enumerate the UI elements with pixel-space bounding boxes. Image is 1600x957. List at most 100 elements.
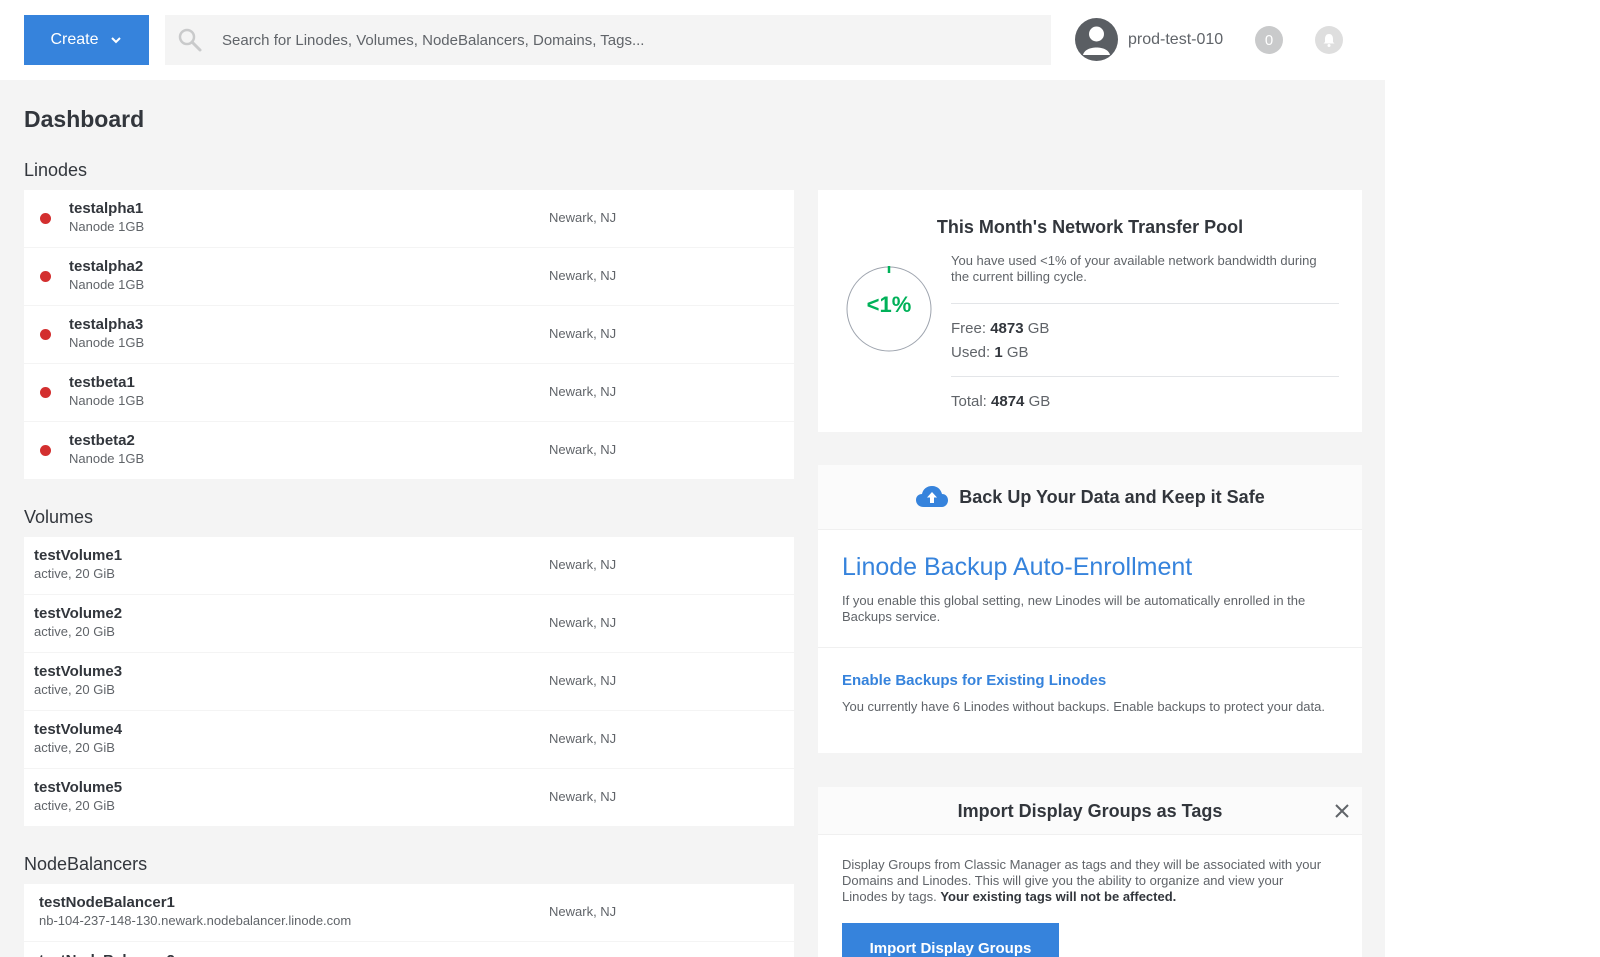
linode-plan: Nanode 1GB: [69, 277, 145, 292]
total-unit: GB: [1028, 393, 1051, 410]
transfer-free: Free: 4873 GB: [951, 320, 1049, 337]
close-icon[interactable]: [1334, 803, 1350, 819]
volume-name[interactable]: testVolume3: [34, 663, 122, 681]
app-window: Create prod-test-010 0 Dashboard Linodes…: [0, 0, 1385, 957]
divider: [951, 376, 1339, 377]
volume-status: active, 20 GiB: [34, 682, 115, 697]
import-panel-header: Import Display Groups as Tags: [818, 787, 1362, 835]
nodebalancers-section-title[interactable]: NodeBalancers: [24, 854, 147, 875]
volume-region: Newark, NJ: [549, 615, 617, 630]
enable-backups-description: You currently have 6 Linodes without bac…: [842, 699, 1325, 714]
user-menu[interactable]: prod-test-010: [1075, 18, 1223, 61]
total-label: Total:: [951, 393, 987, 410]
nodebalancer-hostname: nb-104-237-148-130.newark.nodebalancer.l…: [39, 913, 352, 928]
free-value: 4873: [990, 320, 1024, 337]
network-transfer-panel: This Month's Network Transfer Pool <1% Y…: [818, 190, 1362, 432]
nodebalancer-row[interactable]: testNodeBalancer2: [24, 942, 794, 957]
volume-name[interactable]: testVolume1: [34, 547, 122, 565]
avatar: [1075, 18, 1118, 61]
volume-status: active, 20 GiB: [34, 740, 115, 755]
transfer-total: Total: 4874 GB: [951, 393, 1050, 410]
volume-status: active, 20 GiB: [34, 624, 115, 639]
volumes-section-title[interactable]: Volumes: [24, 507, 93, 528]
backup-panel: Back Up Your Data and Keep it Safe Linod…: [818, 465, 1362, 753]
nodebalancer-name[interactable]: testNodeBalancer1: [39, 894, 351, 912]
transfer-description: You have used <1% of your available netw…: [951, 253, 1317, 284]
linode-name[interactable]: testbeta2: [69, 432, 144, 450]
linodes-section-title[interactable]: Linodes: [24, 160, 87, 181]
volume-row[interactable]: testVolume1 active, 20 GiB Newark, NJ: [24, 537, 794, 595]
linode-plan: Nanode 1GB: [69, 219, 145, 234]
backup-panel-title: Back Up Your Data and Keep it Safe: [959, 486, 1265, 507]
volume-region: Newark, NJ: [549, 731, 617, 746]
volume-status: active, 20 GiB: [34, 798, 115, 813]
cloud-upload-icon: [916, 486, 949, 507]
transfer-title: This Month's Network Transfer Pool: [936, 217, 1244, 237]
linode-row[interactable]: testalpha2 Nanode 1GB Newark, NJ: [24, 248, 794, 306]
linode-row[interactable]: testalpha3 Nanode 1GB Newark, NJ: [24, 306, 794, 364]
volumes-table: testVolume1 active, 20 GiB Newark, NJ tes…: [24, 537, 794, 827]
linode-name[interactable]: testalpha1: [69, 200, 144, 218]
search-bar[interactable]: [165, 15, 1051, 65]
enable-backups-link[interactable]: Enable Backups for Existing Linodes: [842, 672, 1106, 689]
linode-row[interactable]: testbeta1 Nanode 1GB Newark, NJ: [24, 364, 794, 422]
user-icon: [1083, 26, 1110, 55]
linode-region: Newark, NJ: [549, 442, 617, 457]
linode-plan: Nanode 1GB: [69, 451, 145, 466]
free-label: Free:: [951, 320, 987, 337]
notifications-button[interactable]: [1315, 26, 1343, 54]
used-label: Used:: [951, 344, 991, 361]
linode-region: Newark, NJ: [549, 384, 617, 399]
volume-status: active, 20 GiB: [34, 566, 115, 581]
transfer-used: Used: 1 GB: [951, 344, 1029, 361]
linode-region: Newark, NJ: [549, 326, 617, 341]
search-icon: [178, 28, 202, 52]
volume-region: Newark, NJ: [549, 557, 617, 572]
page-title: Dashboard: [24, 106, 145, 132]
volume-name[interactable]: testVolume2: [34, 605, 122, 623]
volume-row[interactable]: testVolume3 active, 20 GiB Newark, NJ: [24, 653, 794, 711]
volume-name[interactable]: testVolume4: [34, 721, 122, 739]
chevron-down-icon: [110, 37, 121, 44]
create-button-label: Create: [50, 31, 99, 48]
divider: [951, 303, 1339, 304]
total-value: 4874: [991, 393, 1025, 410]
used-unit: GB: [1006, 344, 1029, 361]
linode-plan: Nanode 1GB: [69, 335, 145, 350]
status-offline-icon: [40, 329, 51, 340]
linode-name[interactable]: testalpha2: [69, 258, 144, 276]
backup-panel-header: Back Up Your Data and Keep it Safe: [818, 465, 1362, 530]
username: prod-test-010: [1128, 30, 1224, 48]
status-offline-icon: [40, 387, 51, 398]
status-offline-icon: [40, 271, 51, 282]
volume-row[interactable]: testVolume5 active, 20 GiB Newark, NJ: [24, 769, 794, 827]
bell-icon: [1323, 34, 1335, 47]
import-groups-panel: Import Display Groups as Tags Display Gr…: [818, 787, 1362, 957]
linodes-table: testalpha1 Nanode 1GB Newark, NJ testalph…: [24, 190, 794, 480]
nodebalancer-region: Newark, NJ: [549, 904, 617, 919]
linode-name[interactable]: testbeta1: [69, 374, 144, 392]
status-offline-icon: [40, 445, 51, 456]
import-description: Display Groups from Classic Manager as t…: [842, 857, 1332, 905]
volume-row[interactable]: testVolume4 active, 20 GiB Newark, NJ: [24, 711, 794, 769]
create-button[interactable]: Create: [24, 15, 149, 65]
linode-row[interactable]: testalpha1 Nanode 1GB Newark, NJ: [24, 190, 794, 248]
divider: [818, 647, 1362, 648]
nodebalancer-name[interactable]: testNodeBalancer2: [39, 952, 175, 957]
auto-enrollment-description: If you enable this global setting, new L…: [842, 593, 1306, 624]
volume-region: Newark, NJ: [549, 673, 617, 688]
linode-row[interactable]: testbeta2 Nanode 1GB Newark, NJ: [24, 422, 794, 480]
linode-name[interactable]: testalpha3: [69, 316, 144, 334]
import-text-bold: Your existing tags will not be affected.: [940, 889, 1177, 904]
free-unit: GB: [1027, 320, 1050, 337]
volume-row[interactable]: testVolume2 active, 20 GiB Newark, NJ: [24, 595, 794, 653]
notification-count-badge[interactable]: 0: [1255, 26, 1283, 54]
transfer-percent: <1%: [866, 292, 912, 317]
backup-auto-enrollment-link[interactable]: Linode Backup Auto-Enrollment: [842, 553, 1192, 582]
import-display-groups-button[interactable]: Import Display Groups: [842, 923, 1059, 957]
search-input[interactable]: [222, 31, 1022, 49]
import-panel-title: Import Display Groups as Tags: [957, 801, 1223, 821]
nodebalancer-row[interactable]: testNodeBalancer1 nb-104-237-148-130.newa…: [24, 884, 794, 942]
volume-name[interactable]: testVolume5: [34, 779, 122, 797]
linode-region: Newark, NJ: [549, 268, 617, 283]
